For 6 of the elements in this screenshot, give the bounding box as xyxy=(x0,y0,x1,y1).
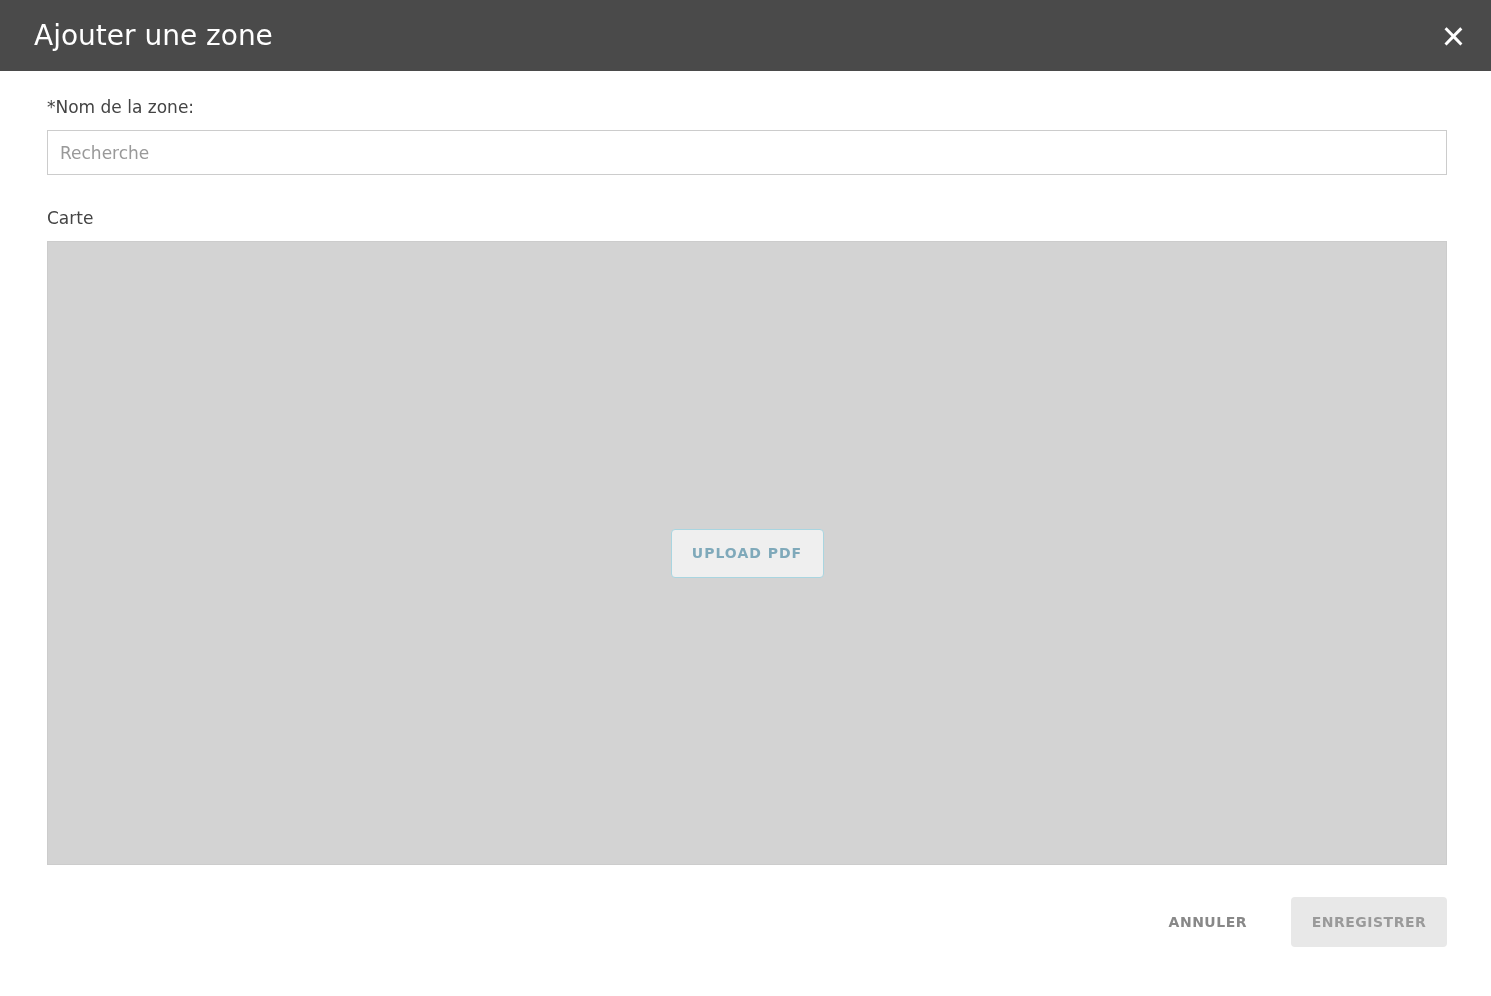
cancel-button[interactable]: ANNULER xyxy=(1152,900,1263,944)
field-label: *Nom de la zone: xyxy=(47,97,196,117)
zone-name-field[interactable]: Recherche xyxy=(47,130,1447,175)
dialog-title: Ajouter une zone xyxy=(34,19,273,52)
close-button[interactable]: × xyxy=(1437,15,1469,56)
map-label: Carte xyxy=(47,208,95,228)
